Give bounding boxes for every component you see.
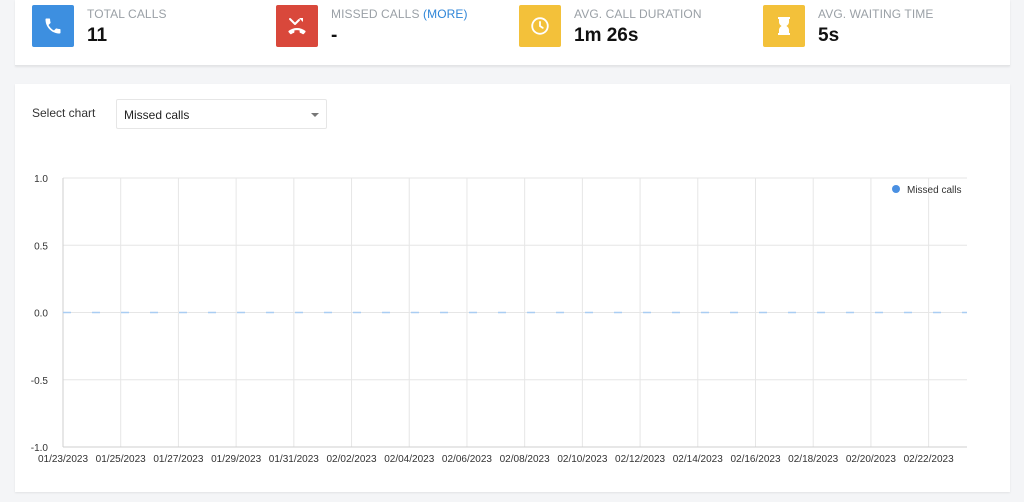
x-tick-label: 02/08/2023 [500,454,550,465]
y-tick-label: 0.5 [34,241,48,252]
stat-label-text: MISSED CALLS [331,7,420,21]
x-tick-label: 02/16/2023 [730,454,780,465]
y-tick-label: -0.5 [31,376,49,387]
missed-call-icon [276,5,318,47]
stat-value: - [331,25,338,46]
x-tick-label: 02/22/2023 [904,454,954,465]
legend-marker [892,185,900,193]
x-tick-label: 02/12/2023 [615,454,665,465]
missed-calls-chart: 1.0 0.5 0.0 -0.5 -1.001/23/2023 01/25/2023 01/… [31,174,967,465]
more-link[interactable]: (MORE) [423,7,468,21]
x-tick-label: 01/25/2023 [96,454,146,465]
x-tick-label: 01/23/2023 [38,454,88,465]
x-tick-label: 01/27/2023 [153,454,203,465]
x-tick-label: 02/14/2023 [673,454,723,465]
y-tick-label: -1.0 [31,443,49,454]
phone-icon [32,5,74,47]
hourglass-icon [763,5,805,47]
stat-label: MISSED CALLS (MORE) [331,7,468,21]
x-tick-label: 02/18/2023 [788,454,838,465]
x-tick-label: 02/06/2023 [442,454,492,465]
x-tick-label: 01/31/2023 [269,454,319,465]
x-tick-label: 02/02/2023 [327,454,377,465]
x-tick-label: 02/20/2023 [846,454,896,465]
stat-value: 1m 26s [574,25,639,46]
stats-card: TOTAL CALLS 11 MISSED CALLS (MORE) - AVG… [15,0,1010,66]
chart-card: Select chart Missed calls 1.0 0.5 0.0 -0.5-… [15,84,1010,492]
legend-label: Missed calls [907,185,961,196]
stat-label: AVG. WAITING TIME [818,7,934,21]
x-tick-label: 02/04/2023 [384,454,434,465]
x-tick-label: 02/10/2023 [557,454,607,465]
stat-value: 5s [818,25,840,46]
x-tick-label: 01/29/2023 [211,454,261,465]
y-tick-label: 0.0 [34,309,48,320]
stat-label: AVG. CALL DURATION [574,7,702,21]
stat-label: TOTAL CALLS [87,7,167,21]
y-tick-label: 1.0 [34,174,48,185]
stat-value: 11 [87,25,108,46]
clock-icon [519,5,561,47]
